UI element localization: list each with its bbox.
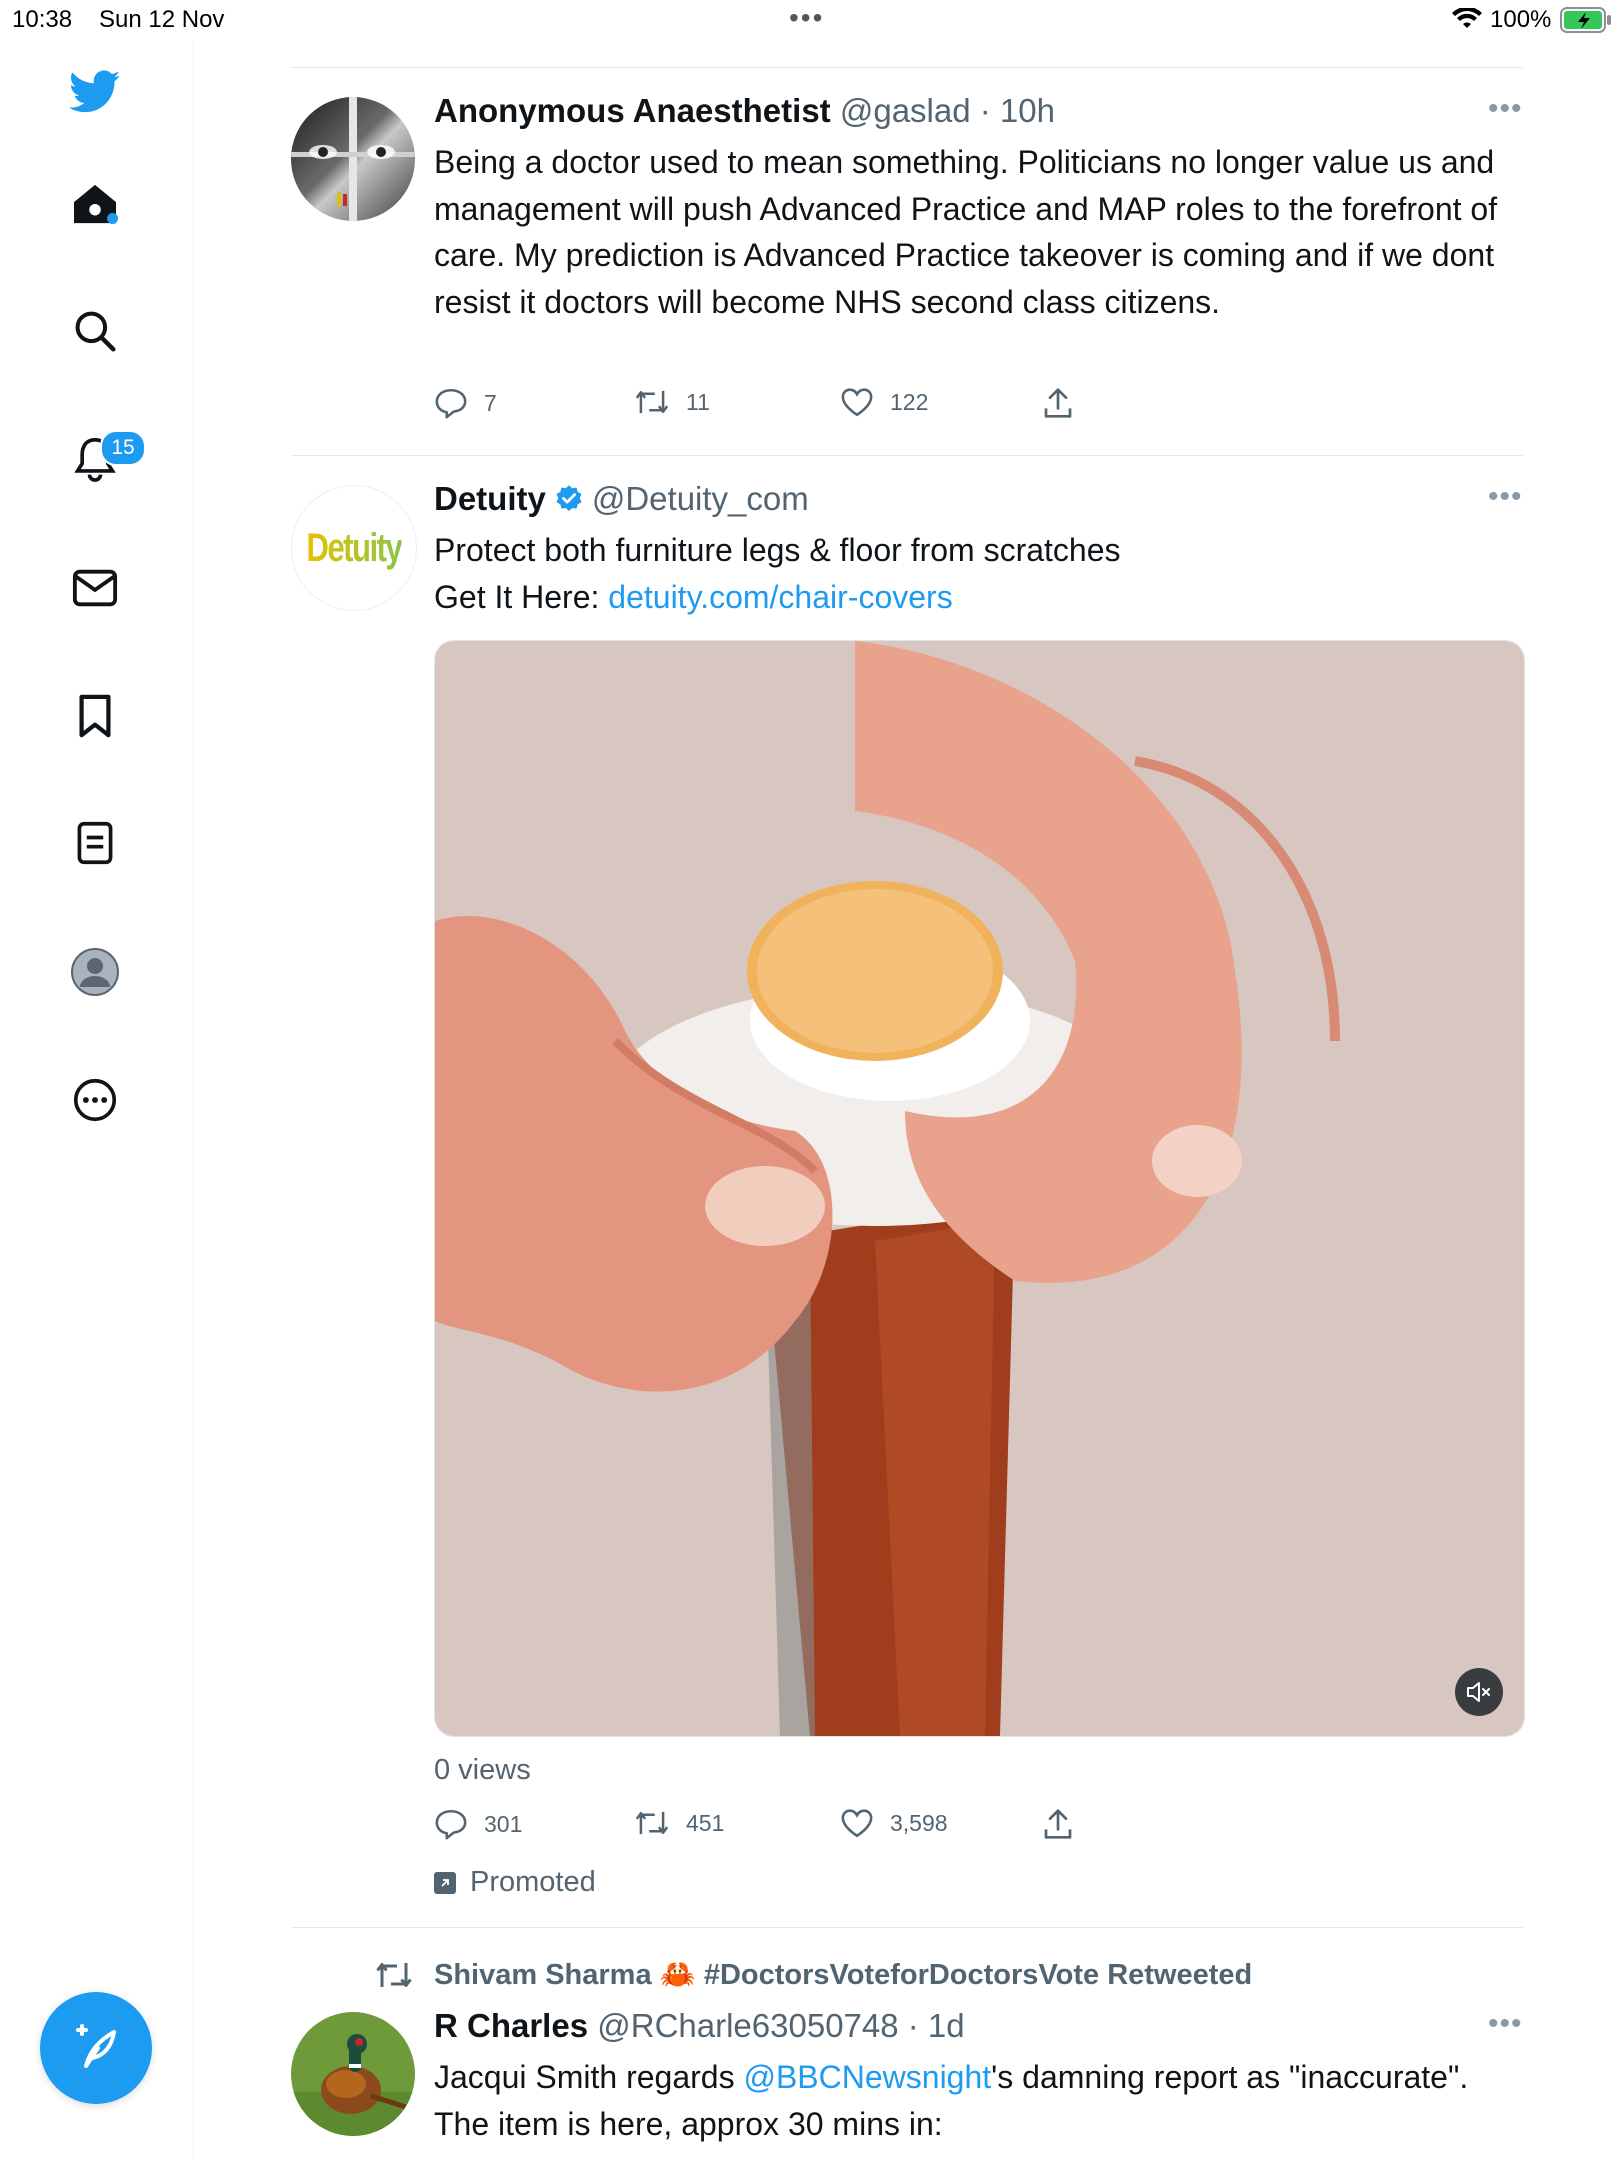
- more-circle-icon[interactable]: [64, 1069, 126, 1131]
- tweet-text: Being a doctor used to mean something. P…: [434, 144, 1498, 320]
- tweet-more-icon[interactable]: •••: [1488, 480, 1523, 514]
- battery-icon: [1560, 7, 1612, 38]
- tweet-author-name[interactable]: Detuity: [434, 480, 546, 518]
- promoted-text: Promoted: [470, 1866, 596, 1898]
- notification-badge: 15: [100, 430, 146, 466]
- tweet-text-line: Protect both furniture legs & floor from…: [434, 532, 1121, 568]
- tweet-more-icon[interactable]: •••: [1488, 2007, 1523, 2041]
- reply-icon: [435, 1809, 467, 1840]
- feed-divider: [291, 455, 1523, 456]
- status-bar: 10:38 Sun 12 Nov ••• 100%: [0, 0, 1620, 40]
- like-count: 3,598: [890, 1809, 948, 1836]
- tweet-link[interactable]: detuity.com/chair-covers: [608, 579, 952, 615]
- twitter-logo-icon[interactable]: [64, 61, 126, 123]
- avatar[interactable]: [291, 97, 415, 221]
- status-time: 10:38: [12, 6, 73, 33]
- search-icon[interactable]: [64, 300, 126, 362]
- reply-count: 7: [484, 389, 497, 416]
- verified-badge-icon: [554, 484, 584, 514]
- heart-icon: [841, 1809, 873, 1838]
- retweet-button[interactable]: 11: [634, 387, 710, 417]
- tweet-author-name[interactable]: Anonymous Anaesthetist: [434, 92, 831, 129]
- retweeted-by-text: Shivam Sharma 🦀 #DoctorsVoteforDoctorsVo…: [434, 1959, 1253, 1991]
- like-count: 122: [890, 388, 929, 415]
- retweeted-by-line[interactable]: Shivam Sharma 🦀 #DoctorsVoteforDoctorsVo…: [374, 1958, 1252, 1992]
- muted-speaker-icon: [1467, 1682, 1490, 1702]
- tweet-text: Protect both furniture legs & floor from…: [434, 527, 1514, 620]
- promoted-icon: [434, 1871, 456, 1894]
- tweet-author-handle[interactable]: @Detuity_com: [592, 480, 809, 518]
- retweet-icon: [376, 1963, 412, 1987]
- mute-toggle[interactable]: [1455, 1668, 1503, 1716]
- tweet-text-prefix: Get It Here:: [434, 578, 609, 615]
- status-date: Sun 12 Nov: [99, 6, 225, 33]
- tweet-author-handle[interactable]: @gaslad: [840, 92, 971, 129]
- tweet-text-line: Get It Here: detuity.com/chair-covers: [434, 574, 1514, 621]
- battery-percent: 100%: [1490, 6, 1552, 33]
- sidebar: 15: [0, 40, 194, 2160]
- retweet-button[interactable]: 451: [634, 1808, 724, 1838]
- profile-icon[interactable]: [64, 941, 126, 1003]
- heart-icon: [841, 388, 873, 417]
- reply-button[interactable]: 301: [434, 1808, 522, 1840]
- multitasking-dots[interactable]: •••: [789, 4, 824, 32]
- avatar[interactable]: Detuity: [291, 485, 417, 611]
- feather-plus-icon: [76, 2024, 116, 2068]
- tweet-text: Jacqui Smith regards @BBCNewsnight's dam…: [434, 2054, 1514, 2147]
- avatar[interactable]: [291, 2012, 415, 2136]
- retweet-icon: [635, 1811, 669, 1835]
- reply-icon: [435, 388, 467, 419]
- reply-count: 301: [484, 1810, 523, 1837]
- share-button[interactable]: [1043, 1808, 1089, 1840]
- compose-tweet-button[interactable]: [40, 1992, 152, 2104]
- share-icon: [1044, 1809, 1072, 1839]
- wifi-icon: [1452, 6, 1482, 35]
- video-frame: [435, 641, 1524, 1736]
- retweet-count: 451: [686, 1809, 725, 1836]
- share-icon: [1044, 388, 1072, 418]
- share-button[interactable]: [1043, 387, 1089, 419]
- bookmark-icon[interactable]: [64, 685, 126, 747]
- view-count: 0 views: [434, 1754, 531, 1786]
- retweet-icon: [635, 390, 669, 414]
- list-icon[interactable]: [64, 812, 126, 874]
- tweet-mention[interactable]: @BBCNewsnight: [743, 2059, 991, 2095]
- like-button[interactable]: 3,598: [840, 1808, 948, 1838]
- tweet-time[interactable]: · 1d: [899, 2007, 965, 2044]
- feed-divider: [291, 67, 1523, 68]
- home-icon[interactable]: [64, 173, 126, 235]
- retweet-count: 11: [686, 388, 710, 415]
- like-button[interactable]: 122: [840, 387, 928, 417]
- tweet-video[interactable]: [434, 640, 1525, 1737]
- tweet-text-part: Jacqui Smith regards: [434, 2059, 744, 2095]
- feed-divider: [291, 1927, 1523, 1928]
- tweet-more-icon[interactable]: •••: [1488, 92, 1523, 126]
- mail-icon[interactable]: [64, 557, 126, 619]
- home-unread-dot: [107, 213, 118, 224]
- tweet-time[interactable]: · 10h: [971, 92, 1055, 129]
- detuity-logo: Detuity: [306, 525, 403, 570]
- promoted-label[interactable]: Promoted: [434, 1866, 596, 1899]
- tweet-author-name[interactable]: R Charles: [434, 2007, 588, 2044]
- reply-button[interactable]: 7: [434, 387, 497, 419]
- tweet-author-handle[interactable]: @RCharle63050748: [597, 2007, 898, 2044]
